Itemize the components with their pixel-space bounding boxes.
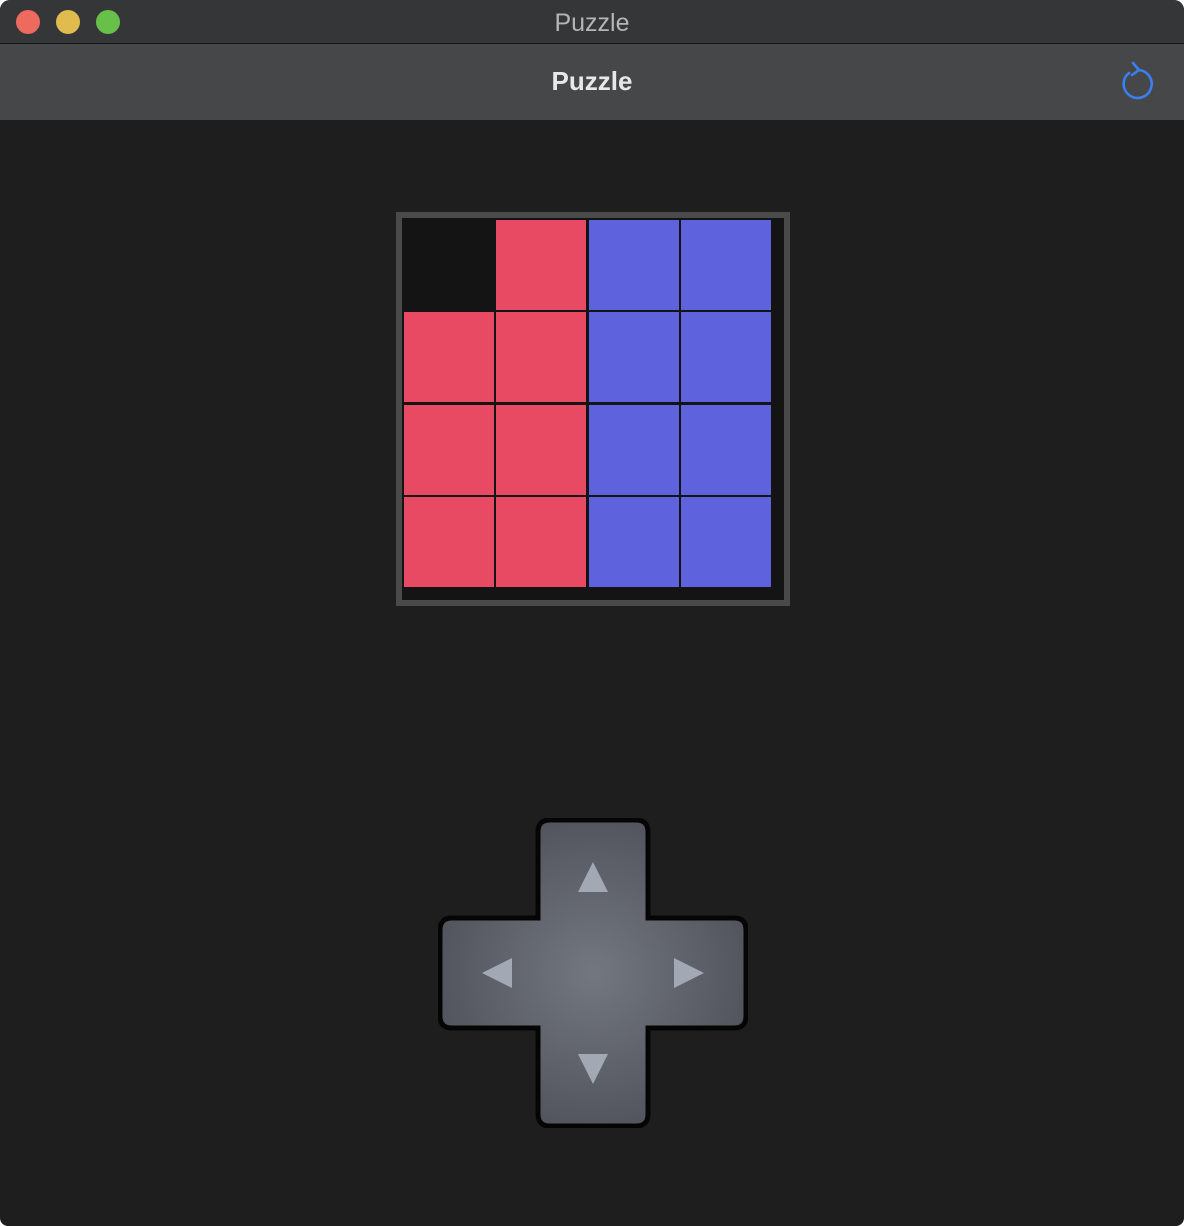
board-grid [402,218,784,600]
puzzle-tile-blue[interactable] [588,219,679,310]
dpad-left-button[interactable] [444,922,540,1024]
puzzle-tile-blue[interactable] [588,312,679,403]
direction-pad [438,818,748,1128]
puzzle-tile-red[interactable] [496,312,587,403]
puzzle-tile-blue[interactable] [588,497,679,588]
puzzle-tile-red[interactable] [496,497,587,588]
puzzle-tile-blue[interactable] [681,497,772,588]
puzzle-tile-blue[interactable] [681,219,772,310]
dpad-up-button[interactable] [542,824,644,920]
dpad-down-button[interactable] [542,1026,644,1122]
app-window: Puzzle Puzzle [0,0,1184,1226]
window-title: Puzzle [554,9,630,37]
puzzle-tile-blue[interactable] [681,312,772,403]
puzzle-tile-red[interactable] [403,497,494,588]
puzzle-tile-blue[interactable] [588,404,679,495]
puzzle-tile-red[interactable] [496,404,587,495]
puzzle-tile-empty [403,219,494,310]
navigation-bar: Puzzle [0,44,1184,120]
page-title: Puzzle [551,66,633,96]
puzzle-tile-red[interactable] [496,219,587,310]
puzzle-tile-blue[interactable] [681,404,772,495]
arrow-right-icon [674,958,704,988]
dpad-right-button[interactable] [646,922,742,1024]
puzzle-board [396,212,790,606]
arrow-left-icon [482,958,512,988]
refresh-icon[interactable] [1120,60,1156,100]
puzzle-tile-red[interactable] [403,404,494,495]
arrow-up-icon [578,862,608,892]
title-bar: Puzzle [0,0,1184,44]
arrow-down-icon [578,1054,608,1084]
puzzle-tile-red[interactable] [403,312,494,403]
